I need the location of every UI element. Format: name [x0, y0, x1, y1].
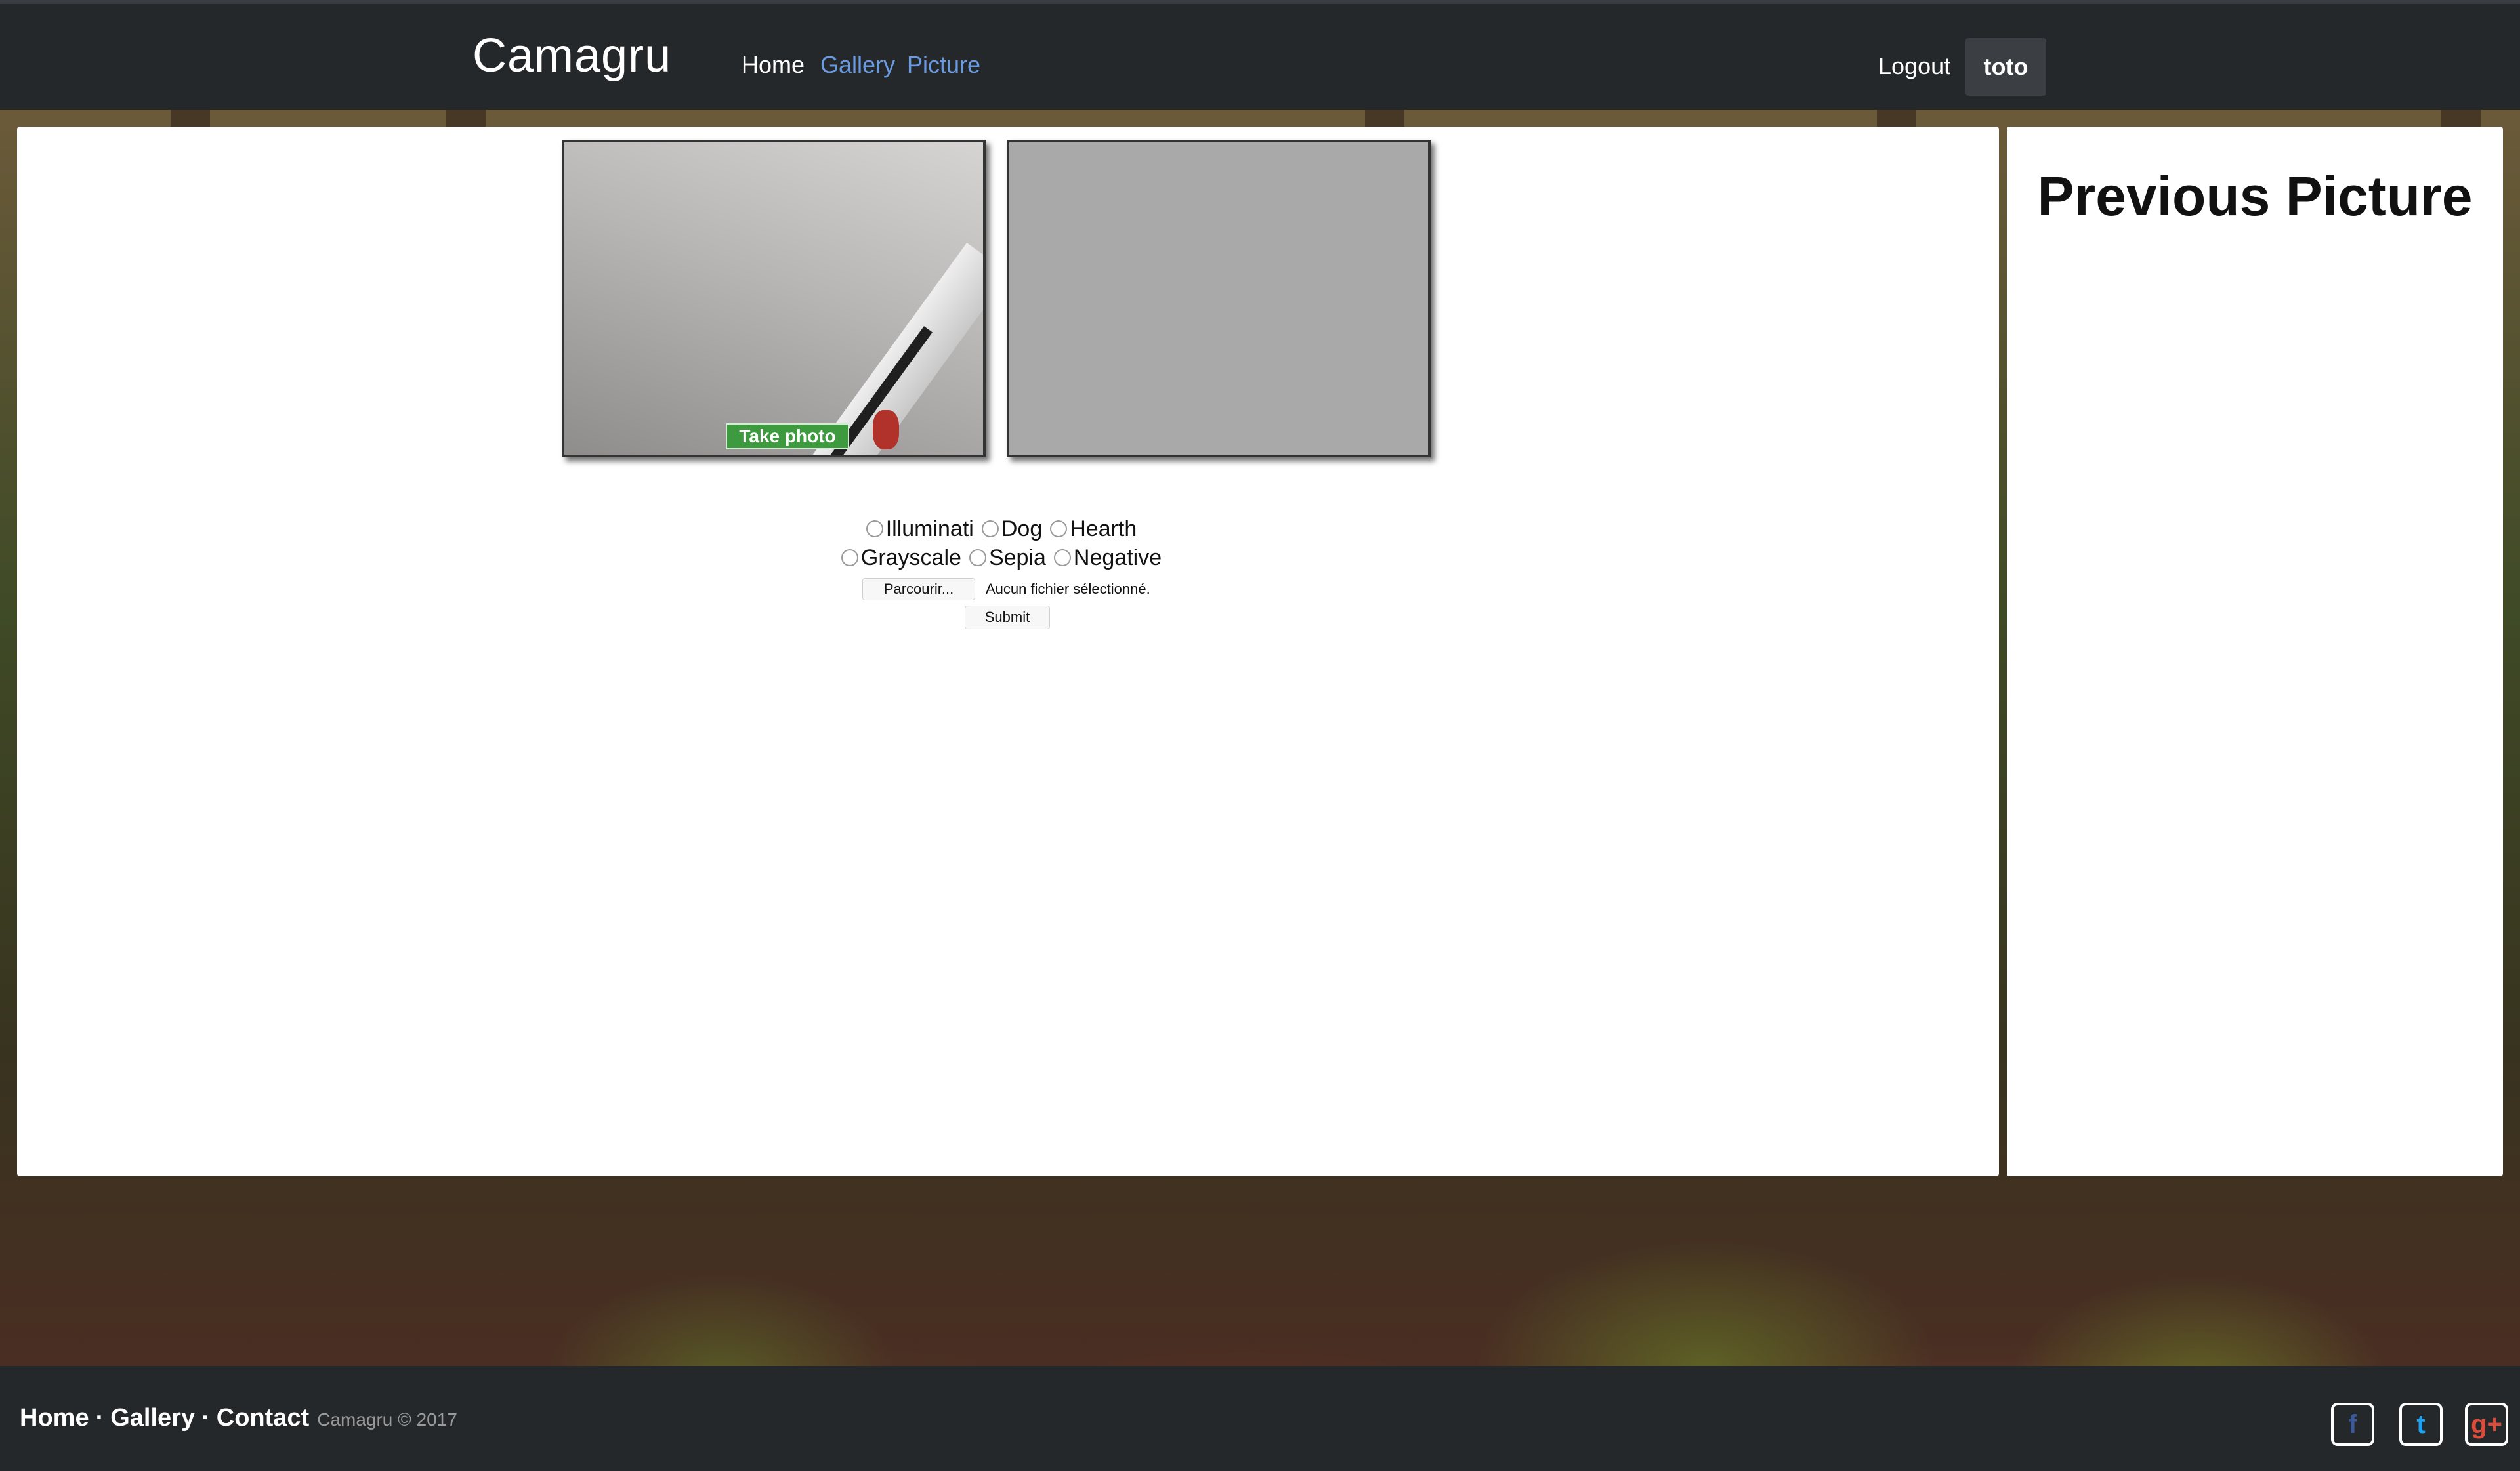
facebook-icon[interactable]: f: [2331, 1403, 2374, 1446]
radio-button[interactable]: [866, 520, 883, 537]
twitter-icon[interactable]: t: [2399, 1403, 2443, 1446]
filter-row: Grayscale Sepia Negative: [10, 543, 1992, 573]
nav-home-link[interactable]: Home: [742, 51, 805, 79]
nav-gallery-link[interactable]: Gallery: [820, 51, 895, 79]
webcam-video: Take photo: [562, 140, 986, 457]
filter-label: Negative: [1073, 545, 1162, 570]
radio-button[interactable]: [841, 549, 858, 566]
filter-option-dog[interactable]: Dog: [981, 516, 1043, 542]
filter-option-hearth[interactable]: Hearth: [1050, 516, 1137, 542]
nav-picture-link[interactable]: Picture: [907, 51, 980, 79]
previous-picture-title: Previous Picture: [2037, 165, 2473, 227]
radio-button[interactable]: [969, 549, 986, 566]
brand-logo[interactable]: Camagru: [472, 29, 671, 83]
user-badge[interactable]: toto: [1965, 38, 2046, 96]
submit-button[interactable]: Submit: [965, 606, 1050, 629]
filter-label: Grayscale: [860, 545, 961, 570]
separator: ·: [95, 1404, 104, 1432]
top-navbar: Camagru Home Gallery Picture Logout toto: [0, 0, 2520, 110]
filter-label: Dog: [1001, 516, 1043, 541]
radio-button[interactable]: [981, 520, 999, 537]
filter-option-sepia[interactable]: Sepia: [969, 545, 1046, 571]
filter-row: Illuminati Dog Hearth: [10, 514, 1992, 544]
copyright-text: Camagru © 2017: [317, 1409, 457, 1430]
filter-label: Illuminati: [885, 516, 974, 541]
separator: ·: [201, 1404, 210, 1432]
footer-nav: Home · Gallery · Contact Camagru © 2017: [20, 1404, 457, 1432]
filter-option-illuminati[interactable]: Illuminati: [866, 516, 974, 542]
take-photo-button[interactable]: Take photo: [726, 423, 849, 449]
footer-home-link[interactable]: Home: [20, 1404, 89, 1432]
photo-preview-canvas: [1007, 140, 1431, 457]
filter-option-grayscale[interactable]: Grayscale: [841, 545, 961, 571]
google-plus-icon[interactable]: g+: [2465, 1403, 2508, 1446]
filter-option-negative[interactable]: Negative: [1053, 545, 1162, 571]
previous-picture-panel: Previous Picture: [2007, 127, 2503, 1176]
browse-file-button[interactable]: Parcourir...: [862, 578, 975, 600]
filter-label: Hearth: [1070, 516, 1137, 541]
logout-link[interactable]: Logout: [1878, 52, 1950, 80]
filter-label: Sepia: [988, 545, 1046, 570]
footer-contact-link[interactable]: Contact: [217, 1404, 309, 1432]
file-status-text: Aucun fichier sélectionné.: [986, 581, 1150, 597]
video-scene: [873, 410, 899, 449]
footer-gallery-link[interactable]: Gallery: [110, 1404, 195, 1432]
file-upload: Parcourir... Aucun fichier sélectionné.: [862, 577, 1150, 602]
capture-panel: Take photo Illuminati Dog Hearth Graysca…: [17, 127, 1999, 1176]
page-footer: Home · Gallery · Contact Camagru © 2017 …: [0, 1366, 2520, 1471]
radio-button[interactable]: [1050, 520, 1068, 537]
radio-button[interactable]: [1053, 549, 1071, 566]
